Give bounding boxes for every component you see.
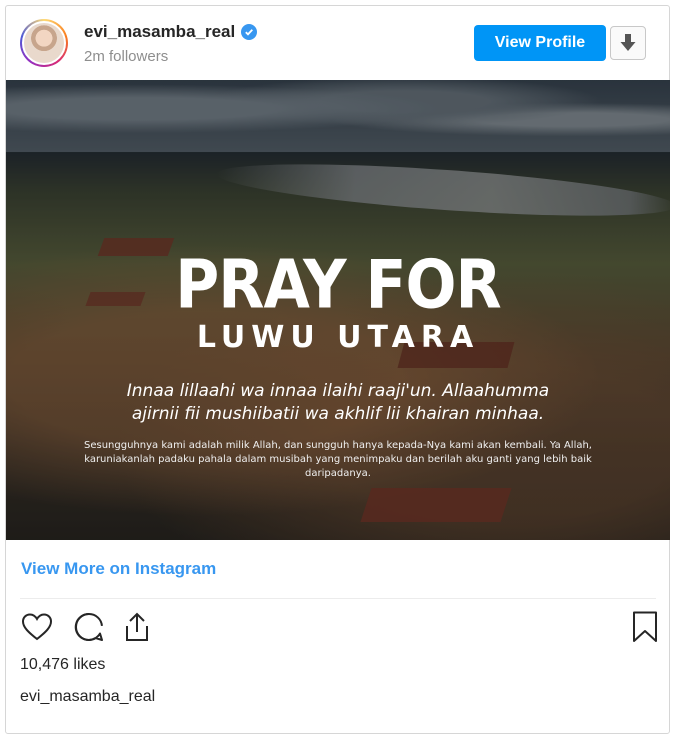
comment-icon[interactable] (72, 610, 106, 644)
view-profile-button[interactable]: View Profile (474, 25, 606, 61)
download-icon[interactable] (610, 26, 646, 60)
heart-icon[interactable] (20, 610, 54, 644)
post-image[interactable]: PRAY FOR LUWU UTARA Innaa lillaahi wa in… (6, 80, 670, 540)
bookmark-icon[interactable] (628, 610, 662, 644)
share-icon[interactable] (120, 610, 154, 644)
view-more-link[interactable]: View More on Instagram (21, 559, 216, 579)
username[interactable]: evi_masamba_real (84, 22, 235, 42)
followers-count: 2m followers (84, 48, 169, 65)
verified-badge-icon (241, 24, 258, 40)
post-title-line1: PRAY FOR (175, 245, 501, 325)
action-bar (18, 610, 658, 646)
post-header: evi_masamba_real 2m followers View Profi… (6, 6, 669, 80)
instagram-embed-card: evi_masamba_real 2m followers View Profi… (5, 5, 670, 734)
divider (20, 598, 656, 599)
post-title-line2: LUWU UTARA (196, 320, 480, 355)
prayer-text: Innaa lillaahi wa innaa ilaihi raaji'un.… (126, 381, 550, 424)
prayer-translation: Sesungguhnya kami adalah milik Allah, da… (84, 440, 592, 479)
likes-count: 10,476 likes (20, 656, 106, 673)
avatar[interactable] (20, 19, 68, 67)
post-image-text: PRAY FOR LUWU UTARA Innaa lillaahi wa in… (6, 80, 670, 540)
caption-username[interactable]: evi_masamba_real (20, 688, 155, 706)
